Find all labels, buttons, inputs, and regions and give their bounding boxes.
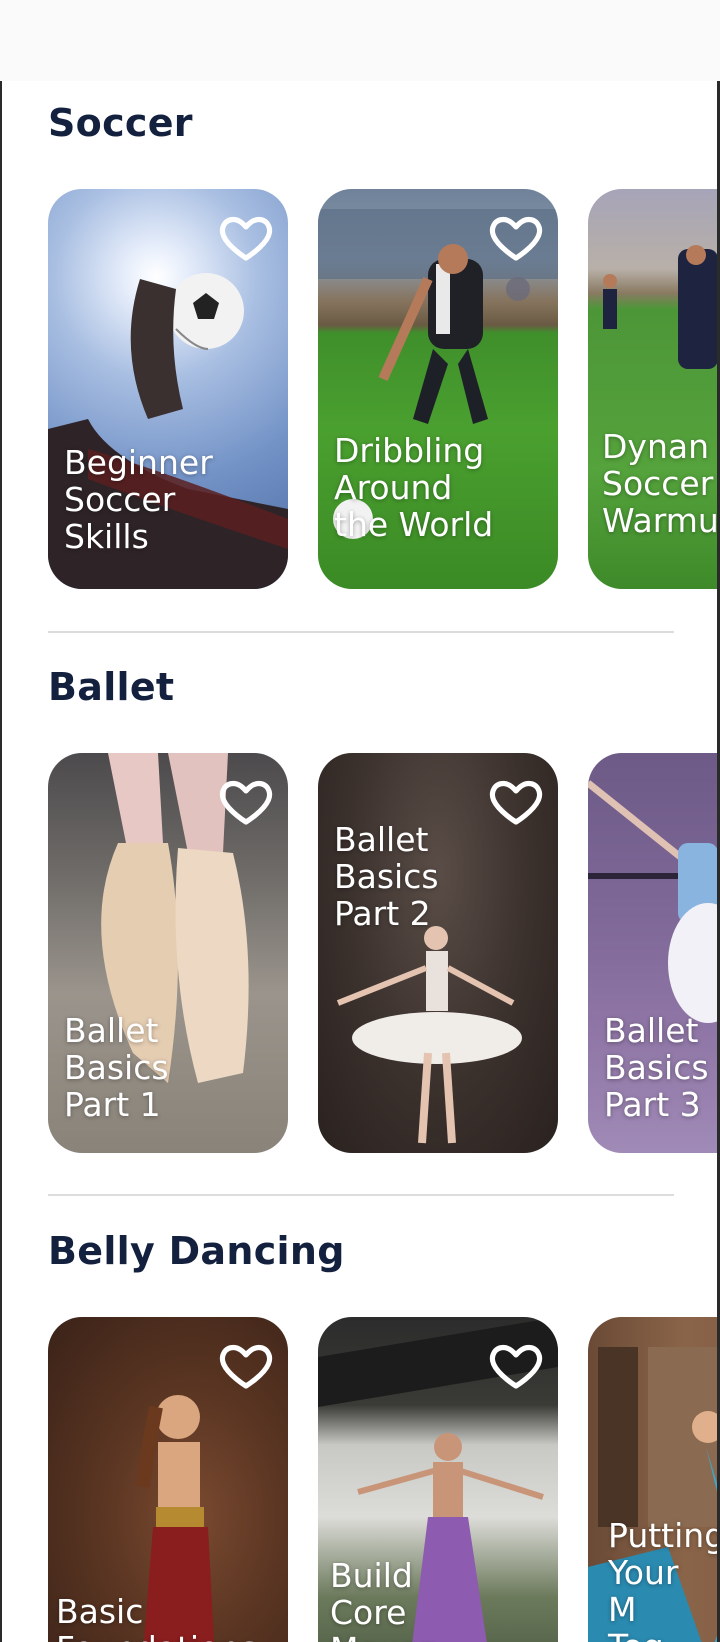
program-card[interactable]: Build Core Moves — [318, 1317, 558, 1642]
section-title-ballet: Ballet — [48, 665, 175, 709]
section-divider — [48, 1194, 674, 1196]
program-card[interactable]: Dynan Soccer Warmu — [588, 189, 720, 589]
favorite-heart-icon[interactable] — [488, 773, 544, 829]
favorite-heart-icon[interactable] — [218, 1337, 274, 1393]
card-title: Basic Foundations — [56, 1592, 257, 1642]
category-sheet[interactable]: Soccer Beginner Soccer Skills Dribbling … — [0, 81, 720, 1642]
section-divider — [48, 631, 674, 633]
card-title: Putting Your M Tog — [608, 1516, 720, 1642]
status-bar-area — [0, 0, 720, 81]
card-title: Ballet Basics Part 1 — [64, 1011, 169, 1124]
program-card[interactable]: Ballet Basics Part 1 — [48, 753, 288, 1153]
card-title: Ballet Basics Part 2 — [334, 820, 439, 933]
program-card[interactable]: Beginner Soccer Skills — [48, 189, 288, 589]
favorite-heart-icon[interactable] — [218, 773, 274, 829]
favorite-heart-icon[interactable] — [488, 1337, 544, 1393]
card-carousel-ballet[interactable]: Ballet Basics Part 1 Ballet Basics Part … — [48, 753, 720, 1153]
section-title-soccer: Soccer — [48, 101, 193, 145]
card-title: Ballet Basics Part 3 — [604, 1011, 709, 1124]
card-title: Dribbling Around the World — [334, 431, 494, 544]
program-card[interactable]: Basic Foundations — [48, 1317, 288, 1642]
card-title: Beginner Soccer Skills — [64, 443, 213, 556]
program-card[interactable]: Putting Your M Tog — [588, 1317, 720, 1642]
program-card[interactable]: Ballet Basics Part 3 — [588, 753, 720, 1153]
card-carousel-soccer[interactable]: Beginner Soccer Skills Dribbling Around … — [48, 189, 720, 589]
favorite-heart-icon[interactable] — [488, 209, 544, 265]
card-carousel-belly-dancing[interactable]: Basic Foundations Build Core M — [48, 1317, 720, 1642]
card-title: Build Core Moves — [330, 1556, 436, 1642]
section-title-belly-dancing: Belly Dancing — [48, 1229, 345, 1273]
program-card[interactable]: Ballet Basics Part 2 — [318, 753, 558, 1153]
card-title: Dynan Soccer Warmu — [602, 427, 719, 540]
favorite-heart-icon[interactable] — [218, 209, 274, 265]
program-card[interactable]: Dribbling Around the World — [318, 189, 558, 589]
